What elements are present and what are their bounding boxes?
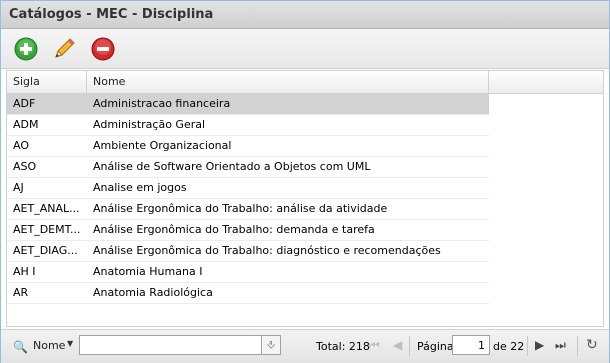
search-field-selector[interactable]: Nome <box>33 339 65 352</box>
add-button[interactable] <box>14 37 38 61</box>
add-circle-icon <box>14 37 38 61</box>
column-header-nome[interactable]: Nome <box>87 71 489 93</box>
column-header-sigla[interactable]: Sigla <box>7 71 87 93</box>
cell-nome: Administração Geral <box>93 118 206 131</box>
table-row[interactable]: AR Anatomia Radiológica <box>7 283 489 304</box>
cell-nome: Análise Ergonômica do Trabalho: diagnóst… <box>93 244 441 257</box>
cell-sigla: ADM <box>13 118 39 131</box>
grid-header: Sigla Nome <box>7 71 603 94</box>
cell-nome: Análise Ergonômica do Trabalho: demanda … <box>93 223 375 236</box>
chevron-down-icon[interactable]: ▼ <box>67 339 73 348</box>
page-total: de 22 <box>493 340 525 353</box>
delete-button[interactable] <box>91 37 115 61</box>
table-row[interactable]: AET_ANAL... Análise Ergonômica do Trabalh… <box>7 199 489 220</box>
total-count: Total: 218 <box>316 340 370 353</box>
column-header-filler <box>489 71 603 93</box>
table-row[interactable]: ADM Administração Geral <box>7 115 489 136</box>
table-row[interactable]: AJ Analise em jogos <box>7 178 489 199</box>
table-row[interactable]: ADF Administracao financeira <box>7 94 489 115</box>
search-icon[interactable]: 🔍 <box>13 340 28 354</box>
remove-circle-icon <box>91 37 115 61</box>
first-page-icon[interactable]: ⏮ <box>369 338 380 353</box>
disciplina-grid: Sigla Nome ADF Administracao financeira AD… <box>6 70 604 327</box>
cell-sigla: AH I <box>13 265 36 278</box>
prev-page-icon[interactable]: ◀ <box>393 338 402 352</box>
cell-sigla: AET_DEMT... <box>13 223 81 236</box>
cell-sigla: AO <box>13 139 29 152</box>
search-input[interactable] <box>79 335 263 355</box>
last-page-icon[interactable]: ⏭ <box>555 338 566 353</box>
cell-sigla: AR <box>13 286 29 299</box>
search-go-button[interactable]: ⎀ <box>261 335 281 355</box>
table-row[interactable]: AO Ambiente Organizacional <box>7 136 489 157</box>
cell-nome: Analise em jogos <box>93 181 187 194</box>
edit-button[interactable] <box>52 37 76 61</box>
cell-sigla: AET_DIAG... <box>13 244 78 257</box>
cell-sigla: AJ <box>13 181 24 194</box>
toolbar <box>1 29 609 69</box>
cell-nome: Análise Ergonômica do Trabalho: análise … <box>93 202 388 215</box>
catalog-window: Catálogos - MEC - Disciplina Sigla Nome … <box>0 0 610 363</box>
window-title: Catálogos - MEC - Disciplina <box>1 1 609 29</box>
cell-nome: Anatomia Radiológica <box>93 286 213 299</box>
table-row[interactable]: ASO Análise de Software Orientado a Objet… <box>7 157 489 178</box>
refresh-icon[interactable]: ↻ <box>586 337 598 353</box>
separator <box>577 336 578 356</box>
cell-nome: Administracao financeira <box>93 97 231 110</box>
pager-bar: 🔍 Nome ▼ ⎀ Total: 218 ⏮ ◀ Página de 22 ▶… <box>1 329 609 363</box>
page-number-input[interactable] <box>452 335 490 355</box>
separator <box>409 336 410 356</box>
cell-nome: Anatomia Humana I <box>93 265 203 278</box>
cell-nome: Ambiente Organizacional <box>93 139 232 152</box>
pencil-icon <box>55 38 75 58</box>
cell-nome: Análise de Software Orientado a Objetos … <box>93 160 371 173</box>
separator <box>527 336 528 356</box>
page-label: Página <box>417 340 454 353</box>
cell-sigla: ADF <box>13 97 36 110</box>
table-row[interactable]: AET_DIAG... Análise Ergonômica do Trabalh… <box>7 241 489 262</box>
cell-sigla: ASO <box>13 160 37 173</box>
grid-body: ADF Administracao financeira ADM Administra… <box>7 94 603 304</box>
next-page-icon[interactable]: ▶ <box>535 338 544 352</box>
table-row[interactable]: AH I Anatomia Humana I <box>7 262 489 283</box>
cell-sigla: AET_ANAL... <box>13 202 80 215</box>
table-row[interactable]: AET_DEMT... Análise Ergonômica do Trabalh… <box>7 220 489 241</box>
